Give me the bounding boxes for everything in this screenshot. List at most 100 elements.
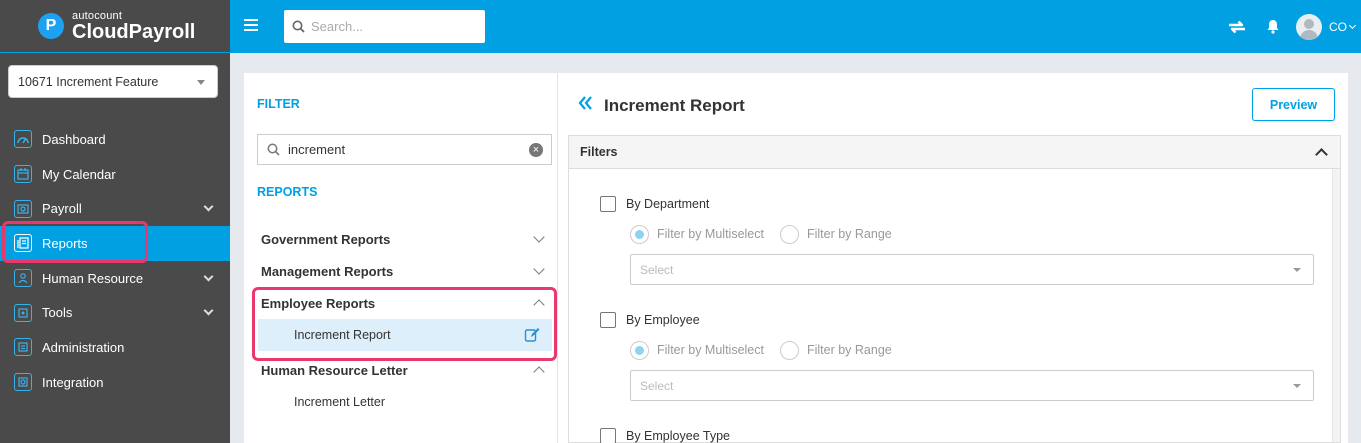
page-title: Increment Report [604,96,745,115]
report-item-increment-letter[interactable]: Increment Letter [258,386,552,418]
filters-section: Filters By Department Filter by Multisel… [568,135,1341,443]
double-chevron-left-icon[interactable] [578,96,594,110]
by-employee-checkbox-row[interactable]: By Employee [600,311,1315,329]
sidebar: P autocount CloudPayroll 10671 Increment… [0,0,230,443]
report-search[interactable]: × [257,134,552,165]
human-resource-icon [14,269,32,288]
hamburger-menu-icon[interactable] [244,19,258,34]
radio-label: Filter by Multiselect [657,227,764,241]
chevron-down-icon [203,201,214,212]
clear-search-icon[interactable]: × [529,143,543,157]
by-employee-checkbox[interactable] [600,312,616,328]
sidebar-item-human-resource[interactable]: Human Resource [0,261,230,296]
top-bar: CO [230,0,1361,53]
filter-by-department: By Department Filter by Multiselect Filt… [600,195,1315,285]
sync-icon[interactable] [1226,18,1248,36]
select-placeholder: Select [640,262,674,277]
radio-range[interactable] [779,224,799,244]
filter-by-employee: By Employee Filter by Multiselect Filter… [600,311,1315,401]
sidebar-item-payroll[interactable]: Payroll [0,191,230,226]
chevron-down-icon [203,271,214,282]
report-item-label: Increment Report [294,328,391,342]
report-item-increment-report[interactable]: Increment Report [258,319,552,351]
search-icon [267,143,280,156]
integration-icon [14,373,32,392]
report-group-label: Management Reports [261,263,394,279]
report-search-input[interactable] [288,142,518,157]
report-filter-panel: FILTER × REPORTS Government Reports Mana… [244,73,558,443]
global-search-input[interactable] [311,19,471,34]
sidebar-item-tools[interactable]: Tools [0,295,230,330]
caret-down-icon [1293,268,1301,272]
radio-label: Filter by Multiselect [657,343,764,357]
report-group-label: Government Reports [261,231,391,247]
top-right-controls: CO [1226,0,1361,53]
sidebar-item-label: Tools [42,305,73,321]
chevron-up-icon [533,299,545,311]
sidebar-item-label: My Calendar [42,166,116,182]
logo-big-text: CloudPayroll [72,20,196,43]
sidebar-item-integration[interactable]: Integration [0,365,230,400]
radio-label: Filter by Range [806,227,892,241]
department-filter-mode: Filter by Multiselect Filter by Range [630,223,1315,245]
radio-multiselect[interactable] [630,340,649,360]
tools-icon [14,303,32,322]
edit-icon[interactable] [524,327,540,343]
report-group-management[interactable]: Management Reports [261,257,551,285]
bell-icon[interactable] [1266,19,1280,34]
department-select[interactable]: Select [630,254,1314,285]
administration-icon [14,338,32,357]
sidebar-item-administration[interactable]: Administration [0,330,230,365]
search-icon [292,20,305,33]
by-department-checkbox-row[interactable]: By Department [600,195,1315,213]
chevron-down-icon [533,263,545,275]
global-search[interactable] [284,10,485,43]
report-group-label: Human Resource Letter [261,362,408,378]
employee-filter-mode: Filter by Multiselect Filter by Range [630,339,1315,361]
filter-section-title: FILTER [257,97,300,111]
caret-down-icon [1293,384,1301,388]
sidebar-item-reports[interactable]: Reports [0,226,230,261]
by-employee-type-checkbox[interactable] [600,428,616,443]
sidebar-item-label: Integration [42,374,104,390]
sidebar-nav: Dashboard My Calendar Payroll Reports Hu… [0,122,230,400]
chevron-up-icon [533,366,545,378]
sidebar-item-dashboard[interactable]: Dashboard [0,122,230,157]
radio-multiselect[interactable] [630,224,649,244]
report-group-human-resource-letter[interactable]: Human Resource Letter [261,356,551,384]
chevron-down-icon[interactable] [1348,21,1357,29]
company-select[interactable]: 10671 Increment Feature [8,65,218,98]
sidebar-item-label: Human Resource [42,270,144,286]
report-group-government[interactable]: Government Reports [261,225,551,253]
by-department-checkbox[interactable] [600,196,616,212]
filters-header[interactable]: Filters [569,136,1340,169]
filter-by-employee-type: By Employee Type [600,427,1315,443]
dashboard-icon [14,130,32,149]
sidebar-item-label: Reports [42,235,88,251]
preview-button[interactable]: Preview [1252,88,1335,121]
report-group-employee[interactable]: Employee Reports [261,289,551,317]
logo[interactable]: P autocount CloudPayroll [0,0,230,53]
checkbox-label: By Employee [626,313,700,327]
sidebar-item-label: Payroll [42,201,82,217]
report-item-label: Increment Letter [294,395,386,409]
checkbox-label: By Department [626,197,710,211]
company-select-value: 10671 Increment Feature [18,74,159,89]
sidebar-item-label: Administration [42,339,125,355]
calendar-icon [14,165,32,184]
select-placeholder: Select [640,378,674,393]
logo-small-text: autocount [72,9,123,22]
reports-icon [14,234,32,253]
chevron-up-icon[interactable] [1315,148,1328,161]
radio-range[interactable] [779,340,799,360]
avatar[interactable] [1296,13,1322,40]
by-employee-type-checkbox-row[interactable]: By Employee Type [600,427,1315,443]
filters-scrollbar[interactable] [1332,169,1340,442]
sidebar-item-label: Dashboard [42,131,106,147]
employee-select[interactable]: Select [630,370,1314,401]
sidebar-item-my-calendar[interactable]: My Calendar [0,157,230,192]
filters-heading: Filters [580,145,618,159]
chevron-down-icon [533,231,545,243]
reports-section-title: REPORTS [257,185,318,199]
user-initials[interactable]: CO [1329,20,1347,34]
